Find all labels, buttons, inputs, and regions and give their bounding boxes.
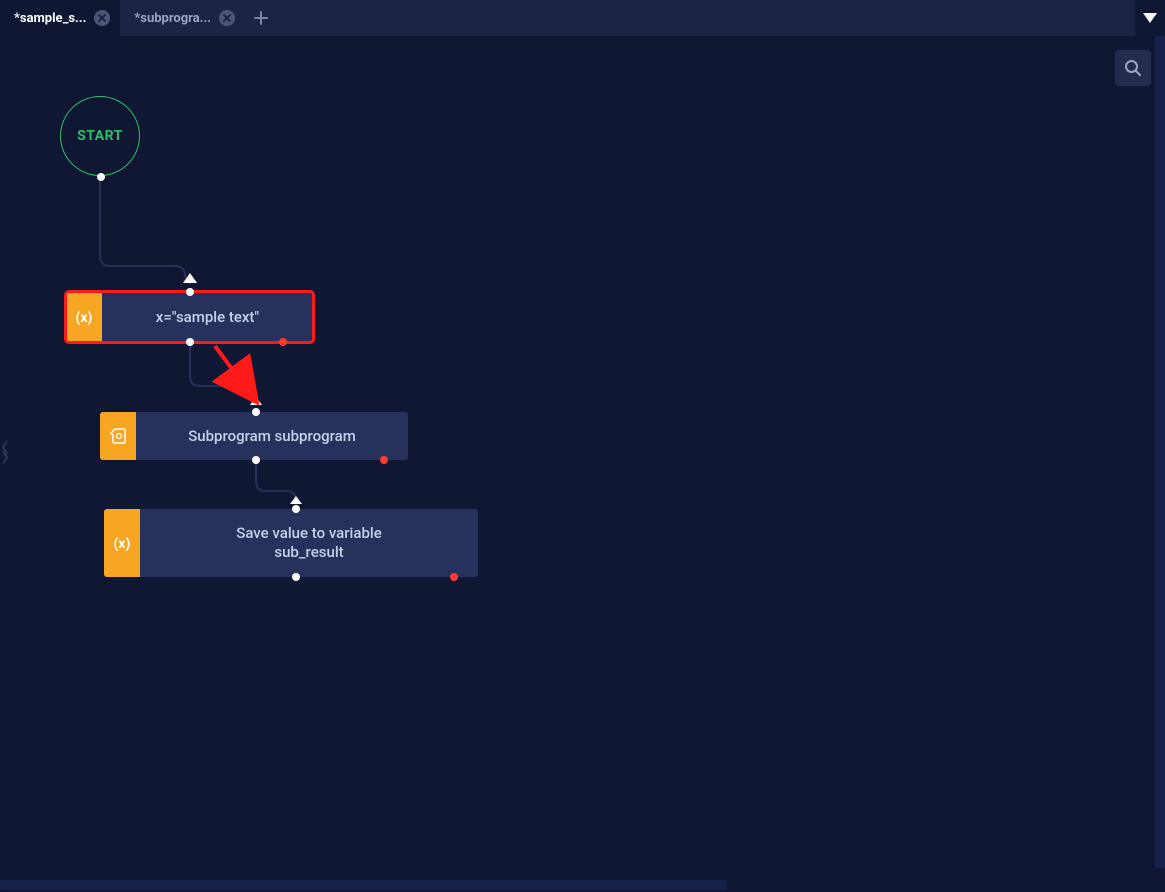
- close-icon[interactable]: [219, 10, 235, 26]
- tab-label: *subprogra...: [134, 11, 211, 26]
- port-out[interactable]: [292, 573, 300, 581]
- tab-sample[interactable]: *sample_s...: [0, 0, 120, 36]
- svg-text:(x): (x): [114, 536, 131, 552]
- add-tab-button[interactable]: [245, 0, 277, 36]
- subprogram-icon: [100, 412, 136, 460]
- tabs-menu-button[interactable]: [1135, 0, 1165, 36]
- close-icon[interactable]: [94, 10, 110, 26]
- port-in[interactable]: [186, 288, 194, 296]
- tab-bar: *sample_s... *subprogra...: [0, 0, 1165, 36]
- flow-canvas[interactable]: ❮❯ ❮❯ START: [0, 36, 1165, 868]
- tab-label: *sample_s...: [14, 11, 86, 26]
- node-label: Subprogram subprogram: [188, 427, 356, 446]
- error-port[interactable]: [450, 573, 458, 581]
- port-in[interactable]: [252, 408, 260, 416]
- port-out[interactable]: [252, 456, 260, 464]
- error-port[interactable]: [380, 456, 388, 464]
- node-subprogram[interactable]: Subprogram subprogram: [100, 412, 408, 460]
- start-label: START: [77, 128, 123, 144]
- node-label-line1: Save value to variable: [236, 524, 382, 543]
- horizontal-scrollbar[interactable]: [0, 876, 1165, 892]
- node-save-variable[interactable]: (x) Save value to variable sub_result: [104, 509, 478, 577]
- variable-icon: (x): [104, 509, 140, 577]
- left-panel-toggle[interactable]: ❮❯: [0, 442, 10, 461]
- port-out[interactable]: [97, 173, 105, 181]
- node-assign-variable[interactable]: (x) x="sample text": [66, 292, 313, 342]
- tab-subprogram[interactable]: *subprogra...: [120, 0, 245, 36]
- variable-icon: (x): [66, 292, 102, 342]
- node-label: x="sample text": [156, 308, 259, 327]
- error-port[interactable]: [279, 338, 287, 346]
- port-in[interactable]: [292, 505, 300, 513]
- node-label-line2: sub_result: [274, 543, 343, 562]
- search-button[interactable]: [1115, 50, 1151, 86]
- vertical-scrollbar[interactable]: [1155, 36, 1165, 868]
- port-out[interactable]: [186, 338, 194, 346]
- search-icon: [1124, 59, 1142, 77]
- svg-text:(x): (x): [76, 310, 93, 326]
- start-node[interactable]: START: [60, 96, 140, 176]
